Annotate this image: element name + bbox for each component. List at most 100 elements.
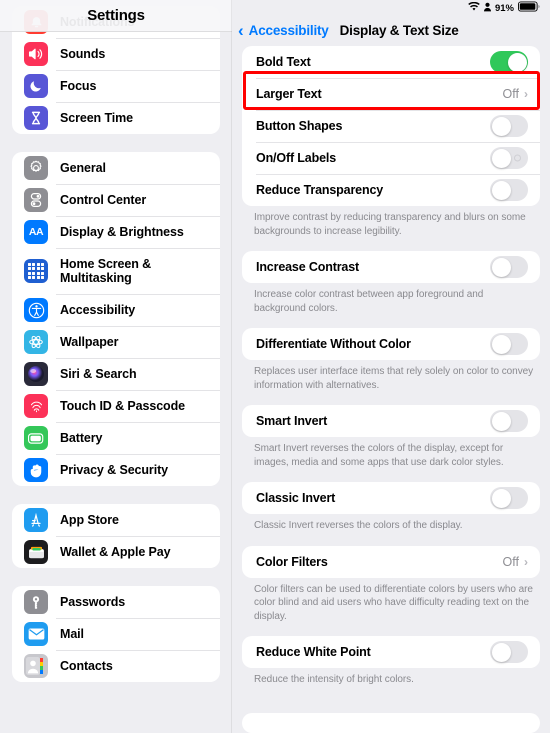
settings-list[interactable]: Bold Text Larger Text Off › Button Shapes On/… bbox=[232, 46, 550, 733]
section-footnote: Improve contrast by reducing transparenc… bbox=[254, 212, 526, 237]
privacy-security-icon bbox=[24, 458, 48, 482]
sidebar-item-app-store[interactable]: App Store bbox=[12, 504, 220, 536]
sidebar-item-mail[interactable]: Mail bbox=[12, 618, 220, 650]
navigation-bar: ‹ Accessibility Display & Text Size bbox=[232, 16, 550, 44]
settings-sidebar[interactable]: NotificationsSoundsFocusScreen TimeGener… bbox=[0, 0, 232, 733]
sidebar-item-label: Accessibility bbox=[60, 302, 136, 317]
sidebar-item-label: Mail bbox=[60, 626, 84, 641]
sidebar-item-label: Home Screen & Multitasking bbox=[60, 256, 152, 285]
wallpaper-icon bbox=[24, 330, 48, 354]
sidebar-item-label: Screen Time bbox=[60, 110, 134, 125]
detail-panel: 91% ‹ Accessibility Display & Text Size … bbox=[232, 0, 550, 733]
toggle-switch[interactable] bbox=[490, 333, 528, 355]
section-footnote: Color filters can be used to differentia… bbox=[254, 583, 533, 622]
sidebar-divider bbox=[231, 0, 232, 733]
sidebar-item-label: Focus bbox=[60, 78, 97, 93]
toggle-knob bbox=[491, 334, 511, 354]
ipad-settings-screen: NotificationsSoundsFocusScreen TimeGener… bbox=[0, 0, 550, 733]
toggle-switch[interactable] bbox=[490, 115, 528, 137]
screen-time-icon bbox=[24, 106, 48, 130]
sidebar-group: Passwords Mail Contacts bbox=[12, 586, 220, 682]
sidebar-item-touch-id-passcode[interactable]: Touch ID & Passcode bbox=[12, 390, 220, 422]
toggle-knob bbox=[491, 180, 511, 200]
sidebar-item-label: Passwords bbox=[60, 594, 126, 609]
sidebar-item-label: Sounds bbox=[60, 46, 106, 61]
setting-row-smart-invert[interactable]: Smart Invert bbox=[242, 405, 540, 437]
sidebar-scroll-area[interactable]: NotificationsSoundsFocusScreen TimeGener… bbox=[0, 0, 232, 700]
back-button[interactable]: Accessibility bbox=[249, 23, 329, 38]
setting-label: On/Off Labels bbox=[256, 151, 337, 165]
toggle-switch[interactable] bbox=[490, 487, 528, 509]
setting-row-on-off-labels[interactable]: On/Off Labels bbox=[242, 142, 540, 174]
sidebar-item-accessibility[interactable]: Accessibility bbox=[12, 294, 220, 326]
setting-row-color-filters[interactable]: Color Filters Off › bbox=[242, 546, 540, 578]
sidebar-item-label: Siri & Search bbox=[60, 366, 137, 381]
toggle-switch[interactable] bbox=[490, 410, 528, 432]
next-settings-card-partial[interactable] bbox=[242, 712, 540, 733]
sidebar-item-privacy-security[interactable]: Privacy & Security bbox=[12, 454, 220, 486]
chevron-left-icon[interactable]: ‹ bbox=[238, 22, 244, 39]
settings-card: Reduce White Point bbox=[242, 636, 540, 668]
sidebar-item-home-screen-multitasking[interactable]: Home Screen & Multitasking bbox=[12, 248, 220, 294]
setting-row-bold-text[interactable]: Bold Text bbox=[242, 46, 540, 78]
toggle-knob bbox=[491, 642, 511, 662]
setting-label: Larger Text bbox=[256, 87, 322, 101]
mail-icon bbox=[24, 622, 48, 646]
setting-row-button-shapes[interactable]: Button Shapes bbox=[242, 110, 540, 142]
siri-icon bbox=[24, 362, 48, 386]
sidebar-item-label: Privacy & Security bbox=[60, 462, 168, 477]
contacts-icon bbox=[24, 654, 48, 678]
sidebar-item-sounds[interactable]: Sounds bbox=[12, 38, 220, 70]
sidebar-item-label: Wallpaper bbox=[60, 334, 119, 349]
setting-label: Reduce White Point bbox=[256, 645, 371, 659]
toggle-knob bbox=[491, 411, 511, 431]
toggle-switch[interactable] bbox=[490, 641, 528, 663]
sidebar-item-wallpaper[interactable]: Wallpaper bbox=[12, 326, 220, 358]
touch-id-icon bbox=[24, 394, 48, 418]
sidebar-item-screen-time[interactable]: Screen Time bbox=[12, 102, 220, 134]
toggle-knob bbox=[491, 116, 511, 136]
setting-row-differentiate-without-color[interactable]: Differentiate Without Color bbox=[242, 328, 540, 360]
setting-row-larger-text[interactable]: Larger Text Off › bbox=[242, 78, 540, 110]
section-footnote: Smart Invert reverses the colors of the … bbox=[254, 443, 504, 468]
sidebar-item-display-brightness[interactable]: AA Display & Brightness bbox=[12, 216, 220, 248]
sidebar-item-passwords[interactable]: Passwords bbox=[12, 586, 220, 618]
settings-card: Color Filters Off › bbox=[242, 545, 540, 578]
setting-row-increase-contrast[interactable]: Increase Contrast bbox=[242, 251, 540, 283]
sidebar-item-label: Contacts bbox=[60, 658, 113, 673]
sidebar-item-contacts[interactable]: Contacts bbox=[12, 650, 220, 682]
sidebar-item-control-center[interactable]: Control Center bbox=[12, 184, 220, 216]
focus-icon bbox=[24, 74, 48, 98]
chevron-right-icon: › bbox=[524, 87, 528, 101]
toggle-switch[interactable] bbox=[490, 147, 528, 169]
sidebar-item-siri-search[interactable]: Siri & Search bbox=[12, 358, 220, 390]
sidebar-item-label: Touch ID & Passcode bbox=[60, 398, 185, 413]
toggle-switch[interactable] bbox=[490, 256, 528, 278]
setting-label: Bold Text bbox=[256, 55, 311, 69]
section-footnote: Increase color contrast between app fore… bbox=[254, 289, 484, 314]
setting-label: Differentiate Without Color bbox=[256, 337, 411, 351]
setting-row-reduce-transparency[interactable]: Reduce Transparency bbox=[242, 174, 540, 206]
battery-percentage: 91% bbox=[494, 2, 514, 14]
setting-row-classic-invert[interactable]: Classic Invert bbox=[242, 482, 540, 514]
sidebar-item-label: Wallet & Apple Pay bbox=[60, 544, 171, 559]
accessibility-icon bbox=[24, 298, 48, 322]
chevron-right-icon: › bbox=[524, 554, 528, 569]
toggle-switch[interactable] bbox=[490, 51, 528, 73]
toggle-switch[interactable] bbox=[490, 179, 528, 201]
sidebar-item-focus[interactable]: Focus bbox=[12, 70, 220, 102]
setting-label: Color Filters bbox=[256, 554, 328, 569]
sidebar-item-general[interactable]: General bbox=[12, 152, 220, 184]
settings-card: Bold Text Larger Text Off › Button Shapes On/… bbox=[242, 46, 540, 206]
setting-label: Reduce Transparency bbox=[256, 183, 384, 197]
sidebar-item-wallet-apple-pay[interactable]: Wallet & Apple Pay bbox=[12, 536, 220, 568]
settings-card: Increase Contrast bbox=[242, 251, 540, 283]
setting-row-reduce-white-point[interactable]: Reduce White Point bbox=[242, 636, 540, 668]
sidebar-item-battery[interactable]: Battery bbox=[12, 422, 220, 454]
